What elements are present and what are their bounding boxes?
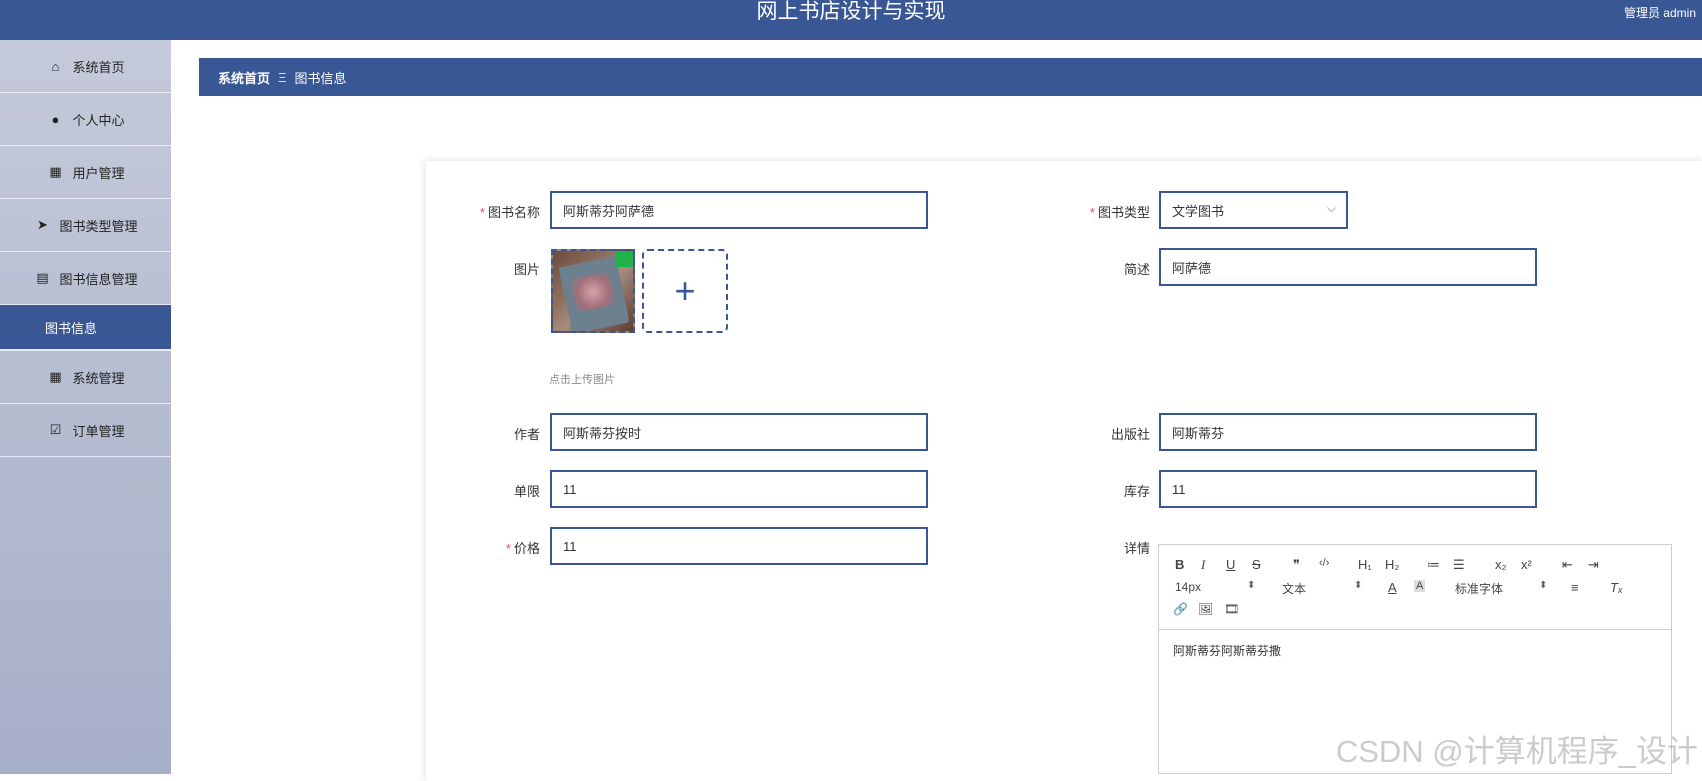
limit-label: 单限 — [513, 484, 540, 499]
price-label: * 价格 — [470, 538, 540, 557]
code-button[interactable]: ‹/› — [1319, 557, 1329, 569]
sidebar-item-orders[interactable]: ☑ 订单管理 — [0, 404, 171, 457]
breadcrumb-home[interactable]: 系统首页 — [218, 68, 270, 87]
clipboard-icon: ☑ — [49, 422, 62, 437]
background-color-button[interactable]: A — [1414, 580, 1426, 592]
stock-input[interactable]: 11 — [1159, 470, 1537, 508]
ordered-list-button[interactable]: ≔ — [1427, 557, 1440, 573]
image-label: 图片 — [513, 262, 540, 277]
price-input[interactable]: 11 — [550, 527, 928, 565]
required-mark: * — [1089, 205, 1095, 220]
font-family-select[interactable]: 标准字体 — [1455, 580, 1503, 597]
spinner-icon: ⬍ — [1354, 580, 1363, 591]
publisher-input[interactable]: 阿斯蒂芬 — [1159, 413, 1537, 451]
chevron-down-icon: ⌵ — [1326, 201, 1336, 215]
strike-button[interactable]: S — [1252, 557, 1261, 572]
image-button[interactable]: 🖼 — [1198, 602, 1213, 616]
sidebar: ⌂ 系统首页 ● 个人中心 ▦ 用户管理 ➤ 图书类型管理 ▤ 图书信息管理 图… — [0, 40, 171, 774]
spinner-icon: ⬍ — [1247, 580, 1256, 591]
subscript-button[interactable]: x₂ — [1495, 557, 1507, 572]
font-color-button[interactable]: A — [1388, 580, 1397, 595]
breadcrumb-separator: Ξ — [278, 69, 287, 85]
stock-label: 库存 — [1123, 484, 1150, 499]
breadcrumb: 系统首页 Ξ 图书信息 — [199, 58, 1702, 96]
person-icon: ● — [51, 111, 60, 127]
summary-label: 简述 — [1123, 262, 1150, 277]
send-icon: ➤ — [37, 217, 48, 232]
sidebar-item-label: 订单管理 — [72, 423, 125, 439]
book-type-value: 文学图书 — [1172, 203, 1225, 219]
sidebar-item-book-types[interactable]: ➤ 图书类型管理 — [0, 199, 171, 252]
video-button[interactable]: 🎞 — [1224, 602, 1239, 616]
limit-input[interactable]: 11 — [550, 470, 928, 508]
required-mark: * — [505, 541, 511, 556]
book-name-label-text: 图书名称 — [487, 205, 540, 220]
sidebar-item-label: 图书类型管理 — [59, 218, 138, 234]
plus-icon: + — [674, 270, 696, 311]
author-input[interactable]: 阿斯蒂芬按时 — [550, 413, 928, 451]
book-name-input[interactable]: 阿斯蒂芬阿萨德 — [550, 191, 928, 229]
detail-label: 详情 — [1123, 541, 1150, 556]
book-type-label: * 图书类型 — [1078, 202, 1150, 221]
sidebar-item-label: 系统首页 — [72, 59, 125, 75]
book-type-select[interactable]: 文学图书 ⌵ — [1159, 191, 1348, 229]
breadcrumb-current: 图书信息 — [294, 70, 347, 86]
text-style-select[interactable]: 文本 — [1282, 580, 1306, 597]
book-type-label-text: 图书类型 — [1097, 205, 1150, 220]
sidebar-item-label: 系统管理 — [72, 370, 125, 386]
sidebar-item-book-info-mgmt[interactable]: ▤ 图书信息管理 — [0, 252, 171, 305]
indent-button[interactable]: ⇥ — [1588, 557, 1599, 573]
bold-button[interactable]: B — [1175, 557, 1184, 572]
quote-button[interactable]: ❞ — [1293, 557, 1300, 573]
outdent-button[interactable]: ⇤ — [1562, 557, 1573, 573]
editor-content[interactable]: 阿斯蒂芬阿斯蒂芬撒 — [1159, 630, 1671, 671]
app-title: 网上书店设计与实现 — [756, 0, 946, 23]
sidebar-item-label: 图书信息管理 — [59, 271, 138, 287]
italic-button[interactable]: I — [1201, 557, 1205, 573]
book-cover-thumbnail[interactable] — [551, 249, 635, 333]
top-header: 网上书店设计与实现 管理员 admin — [0, 0, 1702, 40]
sidebar-item-system[interactable]: ▦ 系统管理 — [0, 351, 171, 404]
sidebar-item-profile[interactable]: ● 个人中心 — [0, 93, 171, 146]
spinner-icon: ⬍ — [1539, 580, 1548, 591]
user-info[interactable]: 管理员 admin — [1624, 4, 1696, 21]
price-label-text: 价格 — [513, 541, 540, 556]
summary-input[interactable]: 阿萨德 — [1159, 248, 1537, 286]
h2-button[interactable]: H₂ — [1385, 557, 1399, 572]
home-icon: ⌂ — [51, 58, 60, 74]
upload-hint: 点击上传图片 — [549, 374, 615, 386]
chart-icon: ▤ — [36, 270, 49, 285]
align-button[interactable]: ≡ — [1571, 580, 1579, 595]
publisher-label: 出版社 — [1110, 427, 1150, 442]
sidebar-item-home[interactable]: ⌂ 系统首页 — [0, 40, 171, 93]
book-name-label: * 图书名称 — [470, 202, 540, 221]
clear-format-button[interactable]: Tₓ — [1610, 580, 1623, 595]
required-mark: * — [479, 205, 485, 220]
grid-icon: ▦ — [49, 164, 62, 179]
author-label: 作者 — [513, 427, 540, 442]
superscript-button[interactable]: x² — [1521, 557, 1532, 572]
grid-icon: ▦ — [49, 369, 62, 384]
h1-button[interactable]: H₁ — [1358, 557, 1372, 572]
editor-toolbar: B I U S ❞ ‹/› H₁ H₂ ≔ ☰ x₂ x² ⇤ ⇥ 14px ⬍… — [1159, 545, 1671, 630]
underline-button[interactable]: U — [1226, 557, 1235, 572]
font-size-select[interactable]: 14px — [1175, 580, 1201, 594]
bullet-list-button[interactable]: ☰ — [1453, 557, 1465, 573]
upload-plus-button[interactable]: + — [642, 249, 728, 333]
sidebar-item-label: 用户管理 — [72, 165, 125, 181]
sidebar-item-label: 个人中心 — [72, 112, 125, 128]
sidebar-subitem-book-info[interactable]: 图书信息 — [0, 305, 171, 351]
sidebar-item-users[interactable]: ▦ 用户管理 — [0, 146, 171, 199]
link-button[interactable]: 🔗 — [1173, 602, 1188, 616]
upload-success-badge — [615, 251, 633, 267]
watermark: CSDN @计算机程序_设计 — [1335, 734, 1698, 769]
